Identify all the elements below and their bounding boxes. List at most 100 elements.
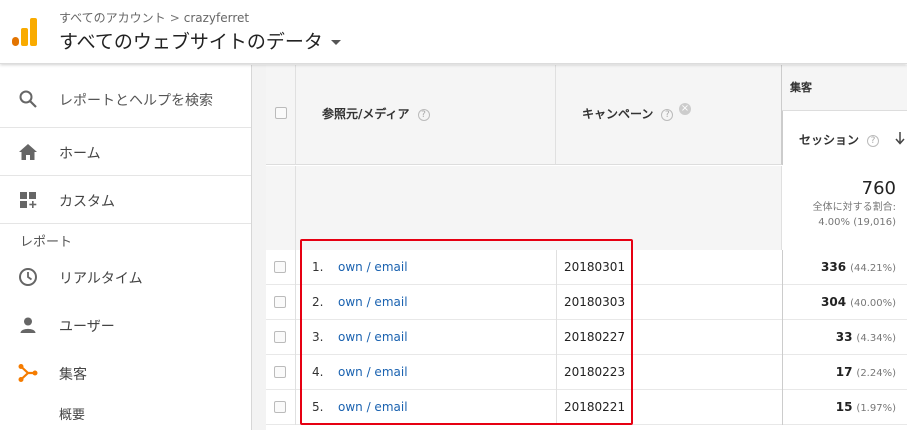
row-checkbox[interactable] — [274, 366, 286, 378]
column-header-label: キャンペーン — [582, 107, 654, 121]
help-icon[interactable]: ? — [661, 109, 674, 121]
column-header-campaign[interactable]: キャンペーン? × — [556, 65, 782, 165]
sessions-count: 33 — [835, 330, 853, 344]
sidebar-item-users[interactable]: ユーザー — [0, 301, 251, 349]
campaign-value: 20180301 — [564, 260, 626, 274]
sidebar-item-custom[interactable]: カスタム — [0, 176, 251, 224]
cell-divider — [782, 355, 783, 390]
row-checkbox[interactable] — [274, 296, 286, 308]
data-table: 参照元/メディア? キャンペーン? × 集客 セッション? 760 全体に対する… — [266, 65, 907, 430]
sidebar-item-label: リアルタイム — [59, 271, 143, 287]
source-medium-link[interactable]: own / email — [338, 400, 408, 414]
row-check-cell — [266, 320, 296, 355]
table-row: 5. own / email 20180221 15 (1.97%) — [266, 390, 907, 425]
column-header-source-medium[interactable]: 参照元/メディア? — [296, 65, 556, 165]
sessions-percent: (4.34%) — [856, 333, 896, 344]
sidebar: レポートとヘルプを検索 ホーム カスタム レポート リアルタイム ユーザー 集客… — [0, 65, 252, 430]
column-group-label: 集客 — [790, 81, 812, 94]
row-check-cell — [266, 390, 296, 425]
cell-divider — [556, 355, 557, 390]
cell-divider — [556, 250, 557, 285]
column-header-label: 参照元/メディア — [322, 107, 410, 121]
table-row: 2. own / email 20180303 304 (40.00%) — [266, 285, 907, 320]
table-row: 4. own / email 20180223 17 (2.24%) — [266, 355, 907, 390]
sidebar-search[interactable]: レポートとヘルプを検索 — [0, 70, 251, 128]
sidebar-section-reports: レポート — [20, 235, 73, 250]
remove-dimension-icon[interactable]: × — [679, 103, 691, 115]
sidebar-item-label: ホーム — [59, 146, 101, 162]
cell-divider — [782, 285, 783, 320]
source-medium-link[interactable]: own / email — [338, 365, 408, 379]
source-medium-link[interactable]: own / email — [338, 260, 408, 274]
sidebar-subitem-overview[interactable]: 概要 — [59, 404, 85, 423]
person-icon — [20, 317, 36, 333]
campaign-value: 20180223 — [564, 365, 626, 379]
cell-divider — [782, 320, 783, 355]
row-index: 4. — [312, 365, 324, 379]
breadcrumb-separator: > — [169, 11, 180, 25]
sessions-count: 15 — [835, 400, 853, 414]
sidebar-item-label: カスタム — [59, 194, 115, 210]
campaign-value: 20180227 — [564, 330, 626, 344]
clock-icon — [19, 268, 37, 286]
help-icon[interactable]: ? — [867, 135, 880, 147]
sessions-value: 304 (40.00%) — [821, 295, 896, 309]
sessions-percent: (40.00%) — [850, 298, 896, 309]
summary-percent-detail: 4.00% (19,016) — [818, 217, 896, 228]
summary-row: 760 全体に対する割合: 4.00% (19,016) — [266, 166, 907, 250]
sidebar-item-home[interactable]: ホーム — [0, 128, 251, 176]
row-index: 3. — [312, 330, 324, 344]
sessions-percent: (1.97%) — [856, 403, 896, 414]
sessions-count: 17 — [835, 365, 853, 379]
source-medium-link[interactable]: own / email — [338, 330, 408, 344]
sessions-count: 304 — [821, 295, 847, 309]
summary-total-value: 760 — [861, 178, 896, 199]
row-checkbox[interactable] — [274, 331, 286, 343]
caret-down-icon — [330, 40, 341, 45]
row-check-cell — [266, 355, 296, 390]
row-index: 5. — [312, 400, 324, 414]
sessions-value: 17 (2.24%) — [836, 365, 896, 379]
column-header-label: セッション — [799, 133, 860, 147]
row-check-cell — [266, 285, 296, 320]
sessions-value: 336 (44.21%) — [821, 260, 896, 274]
help-icon[interactable]: ? — [417, 109, 430, 121]
column-header-sessions[interactable]: セッション? — [782, 111, 907, 165]
column-group-header: 集客 — [782, 65, 907, 111]
sessions-percent: (44.21%) — [850, 263, 896, 274]
cell-divider — [556, 320, 557, 355]
cell-divider — [556, 390, 557, 425]
summary-percent-label: 全体に対する割合: — [812, 202, 896, 213]
column-group-acquisition: 集客 セッション? — [782, 65, 907, 165]
summary-divider — [295, 166, 296, 250]
sessions-value: 33 (4.34%) — [836, 330, 896, 344]
table-row: 1. own / email 20180301 336 (44.21%) — [266, 250, 907, 285]
dashboard-icon — [20, 192, 37, 208]
row-checkbox[interactable] — [274, 401, 286, 413]
row-check-cell — [266, 250, 296, 285]
source-medium-link[interactable]: own / email — [338, 295, 408, 309]
sidebar-search-label: レポートとヘルプを検索 — [59, 93, 213, 109]
breadcrumb[interactable]: すべてのアカウント > crazyferret — [59, 9, 249, 26]
sidebar-item-label: ユーザー — [59, 319, 115, 335]
view-title: すべてのウェブサイトのデータ — [59, 31, 323, 53]
select-all-checkbox[interactable] — [275, 107, 287, 119]
cell-divider — [782, 250, 783, 285]
sidebar-item-realtime[interactable]: リアルタイム — [0, 253, 251, 301]
cell-divider — [782, 390, 783, 425]
row-index: 2. — [312, 295, 324, 309]
view-selector[interactable]: すべてのウェブサイトのデータ — [59, 27, 341, 54]
breadcrumb-property[interactable]: crazyferret — [184, 11, 249, 25]
campaign-value: 20180221 — [564, 400, 626, 414]
sessions-count: 336 — [821, 260, 847, 274]
acquisition-icon — [18, 364, 38, 382]
sort-descending-icon[interactable] — [895, 131, 905, 145]
sessions-percent: (2.24%) — [856, 368, 896, 379]
breadcrumb-account[interactable]: すべてのアカウント — [59, 11, 166, 25]
row-checkbox[interactable] — [274, 261, 286, 273]
top-bar: すべてのアカウント > crazyferret すべてのウェブサイトのデータ — [0, 0, 907, 64]
header-select-all-cell — [266, 65, 296, 165]
analytics-logo-icon[interactable] — [12, 18, 38, 46]
sidebar-item-acquisition[interactable]: 集客 — [0, 349, 251, 397]
sidebar-item-label: 集客 — [59, 367, 87, 383]
